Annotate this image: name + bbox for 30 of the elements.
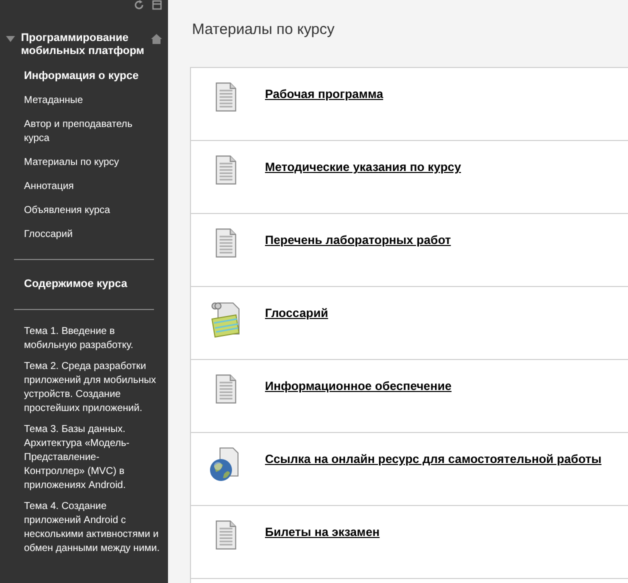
content-link[interactable]: Методические указания по курсу — [265, 160, 461, 174]
content-link[interactable]: Ссылка на онлайн ресурс для самостоятельной работы — [265, 452, 602, 466]
content-link[interactable]: Билеты на экзамен — [265, 525, 380, 539]
content-link[interactable]: Рабочая программа — [265, 87, 384, 101]
menu-item[interactable]: Объявления курса — [0, 199, 168, 223]
topic-link[interactable]: Тема 4. Создание приложений Android с несколькими активностями и обмен данными между ними. — [0, 497, 168, 560]
page-title: Материалы по курсу — [192, 21, 336, 38]
document-icon — [213, 228, 239, 258]
window-icon[interactable] — [152, 0, 162, 10]
content-link[interactable]: Информационное обеспечение — [265, 379, 452, 393]
content-link[interactable]: Перечень лабораторных работ — [265, 233, 451, 247]
course-title[interactable]: Программирование мобильных платформ — [15, 32, 151, 58]
caret-icon[interactable] — [6, 36, 15, 42]
menu-item[interactable]: Глоссарий — [0, 223, 168, 247]
topic-link[interactable]: Тема 2. Среда разработки приложений для мобильных устройств. Создание простейших приложений. — [0, 357, 168, 420]
content-link[interactable]: Глоссарий — [265, 306, 328, 320]
refresh-icon[interactable] — [134, 0, 144, 10]
menu-item[interactable]: Метаданные — [0, 89, 168, 113]
topic-link[interactable]: Тема 1. Введение в мобильную разработку. — [0, 322, 168, 357]
menu-item[interactable]: Аннотация — [0, 175, 168, 199]
document-icon — [213, 155, 239, 185]
menu-item[interactable]: Материалы по курсу — [0, 151, 168, 175]
document-icon — [213, 520, 239, 550]
topic-link[interactable]: Тема 3. Базы данных. Архитектура «Модель-Представление-Контроллер» (MVC) в приложениях Android. — [0, 420, 168, 497]
document-icon — [213, 82, 239, 112]
document-icon — [213, 374, 239, 404]
home-icon[interactable] — [151, 34, 162, 44]
section-heading[interactable]: Информация о курсе — [0, 64, 168, 89]
section-heading[interactable]: Содержимое курса — [0, 272, 168, 297]
menu-item[interactable]: Автор и преподаватель курса — [0, 113, 168, 151]
